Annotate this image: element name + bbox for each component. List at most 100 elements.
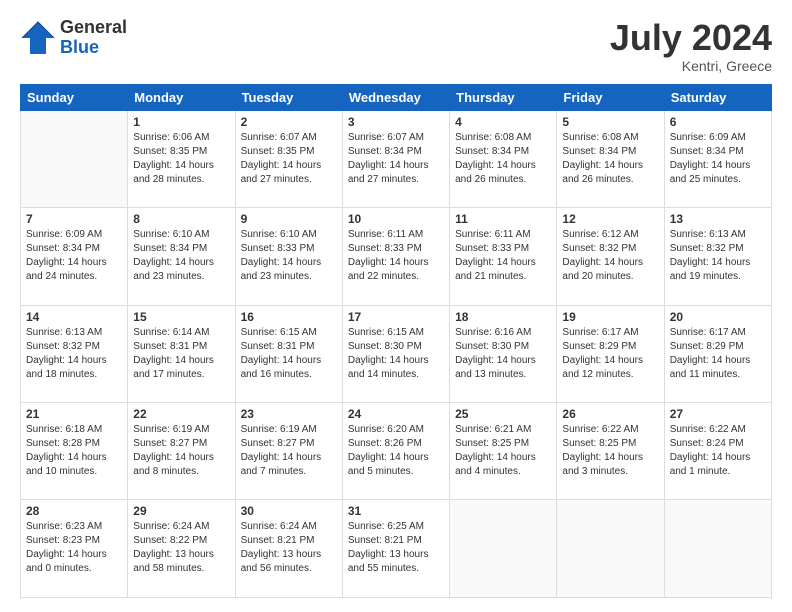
day-number: 25 <box>455 407 551 421</box>
day-info: Sunrise: 6:15 AM Sunset: 8:30 PM Dayligh… <box>348 326 444 382</box>
day-number: 3 <box>348 115 444 129</box>
day-number: 14 <box>26 310 122 324</box>
calendar-cell: 24 Sunrise: 6:20 AM Sunset: 8:26 PM Dayli… <box>342 403 449 500</box>
calendar-week-3: 14 Sunrise: 6:13 AM Sunset: 8:32 PM Dayli… <box>21 305 772 402</box>
day-number: 26 <box>562 407 658 421</box>
logo-icon <box>20 18 56 58</box>
day-info: Sunrise: 6:21 AM Sunset: 8:25 PM Dayligh… <box>455 423 551 479</box>
day-info: Sunrise: 6:24 AM Sunset: 8:22 PM Dayligh… <box>133 520 229 576</box>
day-info: Sunrise: 6:07 AM Sunset: 8:35 PM Dayligh… <box>241 131 337 187</box>
day-info: Sunrise: 6:11 AM Sunset: 8:33 PM Dayligh… <box>455 228 551 284</box>
weekday-header-row: SundayMondayTuesdayWednesdayThursdayFrid… <box>21 84 772 110</box>
weekday-header-wednesday: Wednesday <box>342 84 449 110</box>
calendar-cell <box>664 500 771 598</box>
day-number: 21 <box>26 407 122 421</box>
day-info: Sunrise: 6:24 AM Sunset: 8:21 PM Dayligh… <box>241 520 337 576</box>
calendar-cell: 19Sunrise: 6:17 AM Sunset: 8:29 PM Dayli… <box>557 305 664 402</box>
day-info: Sunrise: 6:22 AM Sunset: 8:24 PM Dayligh… <box>670 423 766 479</box>
calendar-cell: 4 Sunrise: 6:08 AM Sunset: 8:34 PM Daylig… <box>450 110 557 207</box>
calendar-cell <box>21 110 128 207</box>
calendar-cell: 22Sunrise: 6:19 AM Sunset: 8:27 PM Dayli… <box>128 403 235 500</box>
day-number: 31 <box>348 504 444 518</box>
calendar-cell: 12 Sunrise: 6:12 AM Sunset: 8:32 PM Dayli… <box>557 208 664 305</box>
day-info: Sunrise: 6:20 AM Sunset: 8:26 PM Dayligh… <box>348 423 444 479</box>
day-number: 10 <box>348 212 444 226</box>
calendar-week-1: 1 Sunrise: 6:06 AM Sunset: 8:35 PM Daylig… <box>21 110 772 207</box>
calendar-cell: 26 Sunrise: 6:22 AM Sunset: 8:25 PM Dayli… <box>557 403 664 500</box>
calendar-cell: 7 Sunrise: 6:09 AM Sunset: 8:34 PM Daylig… <box>21 208 128 305</box>
day-info: Sunrise: 6:22 AM Sunset: 8:25 PM Dayligh… <box>562 423 658 479</box>
calendar-cell: 25 Sunrise: 6:21 AM Sunset: 8:25 PM Dayli… <box>450 403 557 500</box>
day-number: 24 <box>348 407 444 421</box>
calendar-cell <box>557 500 664 598</box>
calendar-cell: 6 Sunrise: 6:09 AM Sunset: 8:34 PM Daylig… <box>664 110 771 207</box>
day-number: 16 <box>241 310 337 324</box>
day-info: Sunrise: 6:13 AM Sunset: 8:32 PM Dayligh… <box>26 326 122 382</box>
day-info: Sunrise: 6:19 AM Sunset: 8:27 PM Dayligh… <box>241 423 337 479</box>
day-number: 15 <box>133 310 229 324</box>
calendar-cell: 9 Sunrise: 6:10 AM Sunset: 8:33 PM Daylig… <box>235 208 342 305</box>
calendar-cell: 8Sunrise: 6:10 AM Sunset: 8:34 PM Daylig… <box>128 208 235 305</box>
month-title: July 2024 <box>610 18 772 58</box>
day-info: Sunrise: 6:06 AM Sunset: 8:35 PM Dayligh… <box>133 131 229 187</box>
day-info: Sunrise: 6:15 AM Sunset: 8:31 PM Dayligh… <box>241 326 337 382</box>
day-info: Sunrise: 6:08 AM Sunset: 8:34 PM Dayligh… <box>455 131 551 187</box>
day-info: Sunrise: 6:12 AM Sunset: 8:32 PM Dayligh… <box>562 228 658 284</box>
calendar-week-4: 21 Sunrise: 6:18 AM Sunset: 8:28 PM Dayli… <box>21 403 772 500</box>
calendar-cell: 11 Sunrise: 6:11 AM Sunset: 8:33 PM Dayli… <box>450 208 557 305</box>
day-info: Sunrise: 6:11 AM Sunset: 8:33 PM Dayligh… <box>348 228 444 284</box>
day-number: 6 <box>670 115 766 129</box>
weekday-header-sunday: Sunday <box>21 84 128 110</box>
day-number: 18 <box>455 310 551 324</box>
day-number: 7 <box>26 212 122 226</box>
day-info: Sunrise: 6:09 AM Sunset: 8:34 PM Dayligh… <box>670 131 766 187</box>
day-number: 9 <box>241 212 337 226</box>
day-info: Sunrise: 6:23 AM Sunset: 8:23 PM Dayligh… <box>26 520 122 576</box>
day-number: 12 <box>562 212 658 226</box>
day-number: 1 <box>133 115 229 129</box>
day-info: Sunrise: 6:17 AM Sunset: 8:29 PM Dayligh… <box>562 326 658 382</box>
day-info: Sunrise: 6:09 AM Sunset: 8:34 PM Dayligh… <box>26 228 122 284</box>
day-number: 17 <box>348 310 444 324</box>
calendar-cell: 5Sunrise: 6:08 AM Sunset: 8:34 PM Daylig… <box>557 110 664 207</box>
calendar-cell: 21 Sunrise: 6:18 AM Sunset: 8:28 PM Dayli… <box>21 403 128 500</box>
calendar-cell: 23 Sunrise: 6:19 AM Sunset: 8:27 PM Dayli… <box>235 403 342 500</box>
calendar-cell: 30 Sunrise: 6:24 AM Sunset: 8:21 PM Dayli… <box>235 500 342 598</box>
day-info: Sunrise: 6:07 AM Sunset: 8:34 PM Dayligh… <box>348 131 444 187</box>
day-info: Sunrise: 6:17 AM Sunset: 8:29 PM Dayligh… <box>670 326 766 382</box>
weekday-header-thursday: Thursday <box>450 84 557 110</box>
day-info: Sunrise: 6:19 AM Sunset: 8:27 PM Dayligh… <box>133 423 229 479</box>
day-number: 30 <box>241 504 337 518</box>
weekday-header-saturday: Saturday <box>664 84 771 110</box>
calendar-cell: 28 Sunrise: 6:23 AM Sunset: 8:23 PM Dayli… <box>21 500 128 598</box>
day-info: Sunrise: 6:18 AM Sunset: 8:28 PM Dayligh… <box>26 423 122 479</box>
day-number: 13 <box>670 212 766 226</box>
weekday-header-monday: Monday <box>128 84 235 110</box>
day-number: 28 <box>26 504 122 518</box>
calendar-cell: 2Sunrise: 6:07 AM Sunset: 8:35 PM Daylig… <box>235 110 342 207</box>
weekday-header-friday: Friday <box>557 84 664 110</box>
weekday-header-tuesday: Tuesday <box>235 84 342 110</box>
day-number: 29 <box>133 504 229 518</box>
calendar-cell: 18Sunrise: 6:16 AM Sunset: 8:30 PM Dayli… <box>450 305 557 402</box>
day-info: Sunrise: 6:10 AM Sunset: 8:33 PM Dayligh… <box>241 228 337 284</box>
day-info: Sunrise: 6:25 AM Sunset: 8:21 PM Dayligh… <box>348 520 444 576</box>
calendar-week-5: 28 Sunrise: 6:23 AM Sunset: 8:23 PM Dayli… <box>21 500 772 598</box>
calendar-cell: 20Sunrise: 6:17 AM Sunset: 8:29 PM Dayli… <box>664 305 771 402</box>
location: Kentri, Greece <box>610 58 772 74</box>
day-number: 27 <box>670 407 766 421</box>
calendar-cell: 10 Sunrise: 6:11 AM Sunset: 8:33 PM Dayli… <box>342 208 449 305</box>
day-number: 23 <box>241 407 337 421</box>
calendar-cell: 16 Sunrise: 6:15 AM Sunset: 8:31 PM Dayli… <box>235 305 342 402</box>
calendar-cell <box>450 500 557 598</box>
calendar-cell: 3 Sunrise: 6:07 AM Sunset: 8:34 PM Daylig… <box>342 110 449 207</box>
day-number: 4 <box>455 115 551 129</box>
logo: General Blue <box>20 18 127 58</box>
calendar-cell: 31 Sunrise: 6:25 AM Sunset: 8:21 PM Dayli… <box>342 500 449 598</box>
calendar-cell: 17 Sunrise: 6:15 AM Sunset: 8:30 PM Dayli… <box>342 305 449 402</box>
calendar-cell: 15Sunrise: 6:14 AM Sunset: 8:31 PM Dayli… <box>128 305 235 402</box>
day-info: Sunrise: 6:08 AM Sunset: 8:34 PM Dayligh… <box>562 131 658 187</box>
calendar-cell: 1 Sunrise: 6:06 AM Sunset: 8:35 PM Daylig… <box>128 110 235 207</box>
calendar-cell: 14 Sunrise: 6:13 AM Sunset: 8:32 PM Dayli… <box>21 305 128 402</box>
day-number: 11 <box>455 212 551 226</box>
